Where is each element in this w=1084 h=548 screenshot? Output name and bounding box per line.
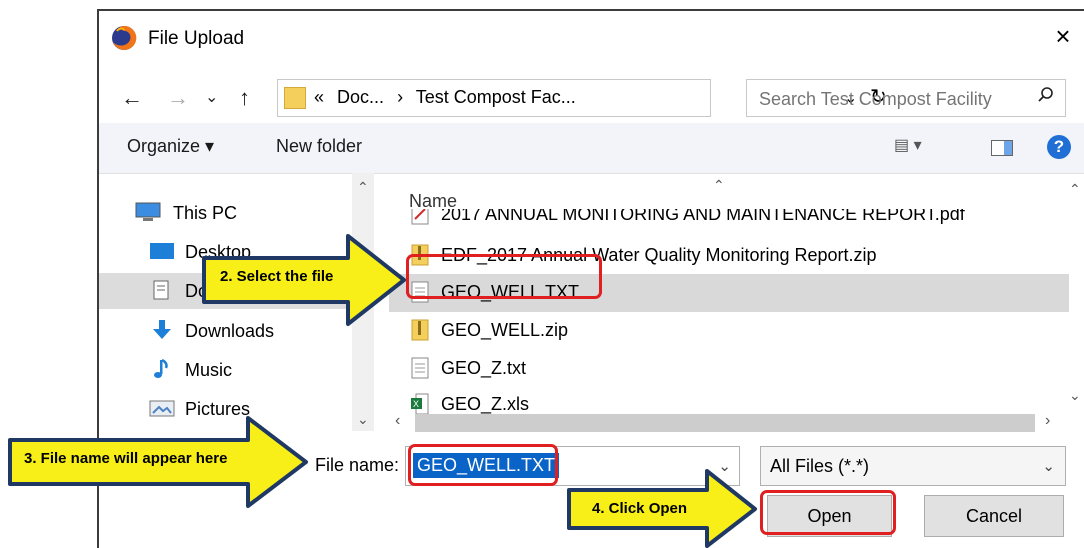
scroll-down-icon[interactable]: ⌄	[1069, 387, 1081, 404]
documents-icon	[153, 280, 169, 300]
search-input[interactable]	[747, 80, 1031, 118]
file-type-select[interactable]: All Files (*.*) ⌄	[760, 446, 1066, 486]
scroll-down-icon[interactable]: ⌄	[357, 411, 369, 428]
zip-icon	[411, 244, 429, 266]
music-icon	[154, 359, 168, 378]
horizontal-scrollbar[interactable]: ‹ ›	[389, 411, 1084, 435]
file-name: GEO_WELL.zip	[441, 320, 569, 340]
title-bar: File Upload ×	[99, 11, 1084, 67]
file-row[interactable]: GEO_WELL.zip	[389, 312, 1069, 350]
file-list: ⌃ Name 2017 ANNUAL MONITORING AND MAINTE…	[389, 173, 1084, 415]
file-name-label: File name:	[315, 455, 400, 475]
text-file-icon	[411, 281, 429, 303]
breadcrumb-documents[interactable]: Doc...	[337, 87, 384, 107]
pc-icon	[135, 202, 161, 221]
search-box[interactable]	[746, 79, 1066, 118]
file-type-value: All Files (*.*)	[770, 456, 870, 476]
scrollbar-thumb[interactable]	[415, 414, 1035, 432]
file-row-selected[interactable]: GEO_WELL.TXT	[389, 274, 1069, 312]
search-icon[interactable]	[1037, 86, 1055, 104]
command-toolbar: Organize ▾ New folder ▤ ▾ ?	[99, 123, 1084, 174]
desktop-icon	[150, 243, 174, 259]
preview-pane-icon[interactable]	[991, 140, 1013, 156]
file-name: EDF_2017 Annual Water Quality Monitoring…	[441, 245, 877, 265]
breadcrumb-separator-icon: ›	[397, 87, 404, 107]
text-file-icon	[411, 357, 429, 379]
scroll-up-icon[interactable]: ⌃	[1069, 181, 1081, 198]
dialog-title: File Upload	[148, 28, 245, 49]
organize-menu[interactable]: Organize ▾	[127, 136, 214, 157]
sidebar-item-music[interactable]: Music	[99, 352, 354, 388]
new-folder-button[interactable]: New folder	[276, 136, 362, 157]
sort-indicator-icon: ⌃	[713, 177, 725, 193]
chevron-down-icon[interactable]: ⌄	[1042, 457, 1055, 475]
firefox-icon	[112, 25, 137, 50]
file-row[interactable]: EDF_2017 Annual Water Quality Monitoring…	[389, 237, 1069, 275]
callout-step2-text: 2. Select the file	[220, 268, 334, 285]
file-name: GEO_Z.txt	[441, 358, 527, 378]
zip-icon	[411, 319, 429, 341]
file-name: GEO_WELL.TXT	[441, 282, 580, 302]
help-icon[interactable]: ?	[1047, 135, 1071, 159]
file-row[interactable]: 2017 ANNUAL MONITORING AND MAINTENANCE R…	[389, 209, 1069, 229]
back-arrow-icon[interactable]: ←	[121, 85, 143, 111]
scroll-left-icon[interactable]: ‹	[395, 412, 400, 430]
file-row[interactable]: GEO_Z.txt	[389, 350, 1069, 388]
folder-icon	[284, 87, 306, 109]
sidebar-item-label: Music	[185, 360, 233, 380]
file-list-scrollbar[interactable]: ⌃ ⌄	[1065, 173, 1084, 413]
scroll-up-icon[interactable]: ⌃	[357, 179, 369, 196]
callout-step4-text: 4. Click Open	[592, 500, 688, 517]
file-name: 2017 ANNUAL MONITORING AND MAINTENANCE R…	[441, 209, 965, 224]
callout-step3-text: 3. File name will appear here	[24, 450, 228, 467]
close-icon[interactable]: ×	[1048, 21, 1078, 52]
pdf-icon	[411, 209, 429, 225]
cancel-button[interactable]: Cancel	[924, 495, 1064, 537]
downloads-icon	[153, 320, 171, 339]
recent-locations-icon[interactable]: ⌄	[205, 87, 218, 107]
navigation-row: ← → ⌄ ↑ « Doc... › Test Compost Fac... ⌄…	[99, 77, 1084, 121]
change-view-icon[interactable]: ▤ ▾	[894, 135, 922, 155]
breadcrumb: « Doc... › Test Compost Fac...	[314, 87, 584, 108]
sidebar-item-label: This PC	[173, 203, 238, 223]
file-name-value[interactable]: GEO_WELL.TXT	[413, 453, 560, 478]
scroll-right-icon[interactable]: ›	[1045, 412, 1050, 430]
address-bar[interactable]: « Doc... › Test Compost Fac... ⌄ ↻	[277, 79, 887, 117]
open-button[interactable]: Open	[767, 495, 892, 537]
up-arrow-icon[interactable]: ↑	[239, 85, 250, 111]
svg-text:X: X	[413, 399, 419, 409]
overflow-chevron-icon[interactable]: «	[314, 87, 324, 107]
breadcrumb-current-folder[interactable]: Test Compost Fac...	[416, 87, 576, 107]
sidebar-item-this-pc[interactable]: This PC	[99, 195, 354, 231]
forward-arrow-icon[interactable]: →	[167, 85, 189, 111]
